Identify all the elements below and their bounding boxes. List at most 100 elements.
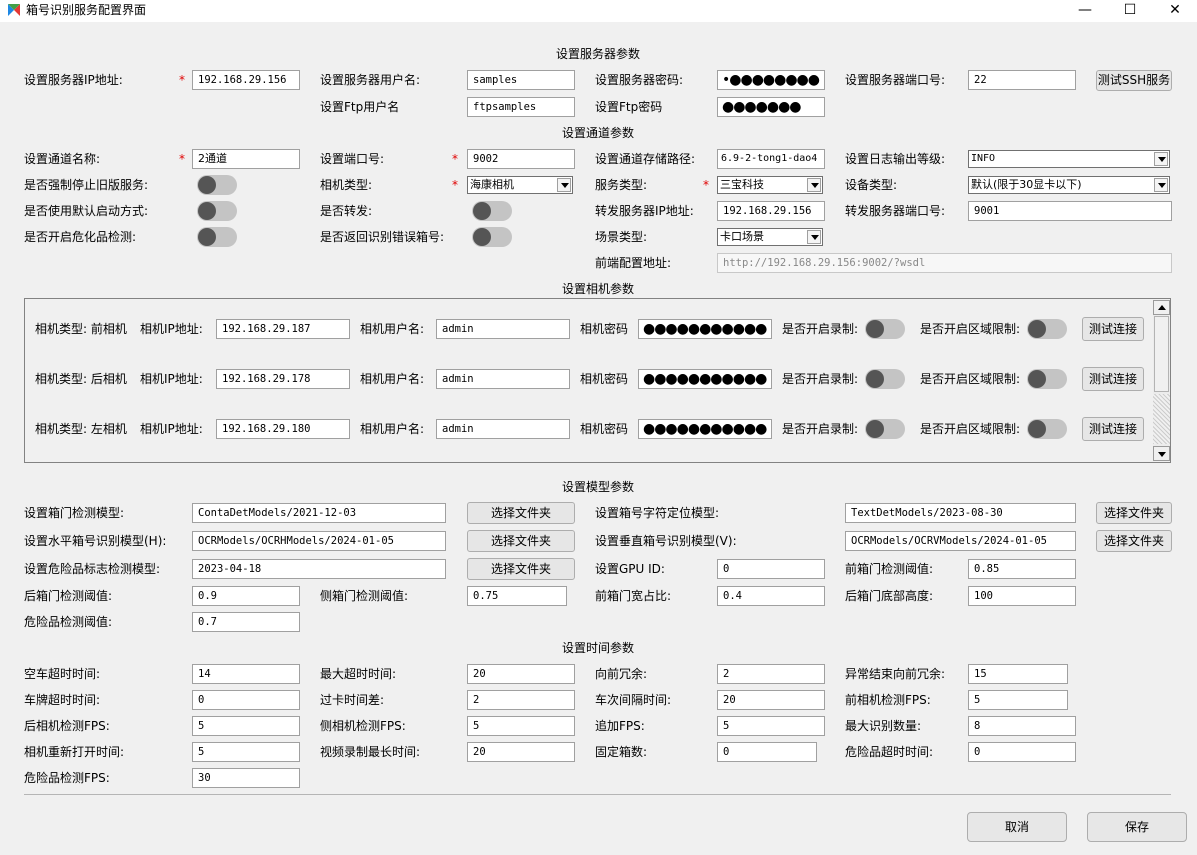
hazard-timeout-input[interactable]: 0: [968, 742, 1076, 762]
maximize-button[interactable]: ☐: [1107, 0, 1153, 22]
max-recognize-count-input[interactable]: 8: [968, 716, 1076, 736]
service-type-select[interactable]: 三宝科技: [717, 176, 823, 194]
test-connection-button[interactable]: 测试连接: [1082, 317, 1144, 341]
max-timeout-label: 最大超时时间:: [320, 667, 397, 681]
chevron-down-icon[interactable]: [557, 178, 571, 192]
device-type-select[interactable]: 默认(限于30显卡以下): [968, 176, 1170, 194]
chevron-down-icon[interactable]: [807, 230, 821, 244]
server-password-input[interactable]: •●●●●●●●●: [717, 70, 825, 90]
forward-ip-input[interactable]: 192.168.29.156: [717, 201, 825, 221]
vertical-model-input[interactable]: OCRModels/OCRVModels/2024-01-05: [845, 531, 1076, 551]
horizontal-model-input[interactable]: OCRModels/OCRHModels/2024-01-05: [192, 531, 446, 551]
pass-time-diff-label: 过卡时间差:: [320, 693, 385, 707]
hazard-threshold-input[interactable]: 0.7: [192, 612, 300, 632]
forward-port-input[interactable]: 9001: [968, 201, 1172, 221]
select-folder-button[interactable]: 选择文件夹: [467, 530, 575, 552]
scroll-thumb[interactable]: [1154, 316, 1169, 392]
abnormal-redundancy-label: 异常结束向前冗余:: [845, 667, 946, 681]
test-connection-button[interactable]: 测试连接: [1082, 417, 1144, 441]
scroll-up-icon[interactable]: [1153, 300, 1170, 315]
pass-time-diff-input[interactable]: 2: [467, 690, 575, 710]
record-label: 是否开启录制:: [782, 422, 859, 436]
side-camera-fps-input[interactable]: 5: [467, 716, 575, 736]
char-model-label: 设置箱号字符定位模型:: [595, 506, 720, 520]
max-timeout-input[interactable]: 20: [467, 664, 575, 684]
hazard-model-input[interactable]: 2023-04-18: [192, 559, 446, 579]
select-folder-button[interactable]: 选择文件夹: [1096, 530, 1172, 552]
front-camera-fps-input[interactable]: 5: [968, 690, 1068, 710]
extra-fps-input[interactable]: 5: [717, 716, 825, 736]
test-connection-button[interactable]: 测试连接: [1082, 367, 1144, 391]
channel-storage-input[interactable]: 6.9-2-tong1-dao4: [717, 149, 825, 169]
forward-toggle[interactable]: [472, 201, 512, 221]
scroll-down-icon[interactable]: [1153, 446, 1170, 461]
camera-reopen-input[interactable]: 5: [192, 742, 300, 762]
scene-type-select[interactable]: 卡口场景: [717, 228, 823, 246]
chevron-down-icon[interactable]: [807, 178, 821, 192]
close-button[interactable]: ✕: [1152, 0, 1197, 22]
record-toggle[interactable]: [865, 319, 905, 339]
side-door-threshold-input[interactable]: 0.75: [467, 586, 567, 606]
camera-section-header: 设置相机参数: [561, 282, 635, 296]
camera-user-input[interactable]: admin: [436, 419, 570, 439]
camera-type-select[interactable]: 海康相机: [467, 176, 573, 194]
minimize-button[interactable]: —: [1062, 0, 1108, 22]
chevron-down-icon[interactable]: [1154, 178, 1168, 192]
vehicle-interval-input[interactable]: 20: [717, 690, 825, 710]
select-folder-button[interactable]: 选择文件夹: [467, 558, 575, 580]
gpu-id-input[interactable]: 0: [717, 559, 825, 579]
front-door-threshold-input[interactable]: 0.85: [968, 559, 1076, 579]
camera-password-input[interactable]: ●●●●●●●●●●●: [638, 369, 772, 389]
channel-name-input[interactable]: 2通道: [192, 149, 300, 169]
record-max-time-input[interactable]: 20: [467, 742, 575, 762]
camera-password-input[interactable]: ●●●●●●●●●●●: [638, 319, 772, 339]
camera-password-input[interactable]: ●●●●●●●●●●●: [638, 419, 772, 439]
stop-old-service-toggle[interactable]: [197, 175, 237, 195]
channel-storage-label: 设置通道存储路径:: [595, 152, 696, 166]
abnormal-redundancy-input[interactable]: 15: [968, 664, 1068, 684]
camera-ip-input[interactable]: 192.168.29.180: [216, 419, 350, 439]
test-ssh-button[interactable]: 测试SSH服务: [1096, 70, 1172, 91]
footer-divider: [24, 794, 1171, 795]
cancel-button[interactable]: 取消: [967, 812, 1067, 842]
save-button[interactable]: 保存: [1087, 812, 1187, 842]
camera-user-input[interactable]: admin: [436, 319, 570, 339]
camera-user-label: 相机用户名:: [360, 372, 425, 386]
return-error-toggle[interactable]: [472, 227, 512, 247]
hazard-fps-input[interactable]: 30: [192, 768, 300, 788]
empty-timeout-input[interactable]: 14: [192, 664, 300, 684]
ftp-password-input[interactable]: ●●●●●●●: [717, 97, 825, 117]
server-port-input[interactable]: 22: [968, 70, 1076, 90]
char-model-input[interactable]: TextDetModels/2023-08-30: [845, 503, 1076, 523]
camera-ip-input[interactable]: 192.168.29.187: [216, 319, 350, 339]
chevron-down-icon[interactable]: [1154, 152, 1168, 166]
channel-port-input[interactable]: 9002: [467, 149, 575, 169]
region-limit-toggle[interactable]: [1027, 319, 1067, 339]
region-limit-toggle[interactable]: [1027, 419, 1067, 439]
camera-user-input[interactable]: admin: [436, 369, 570, 389]
back-door-bottom-input[interactable]: 100: [968, 586, 1076, 606]
record-toggle[interactable]: [865, 419, 905, 439]
camera-list-scrollbar[interactable]: [1153, 300, 1170, 461]
select-folder-button[interactable]: 选择文件夹: [1096, 502, 1172, 524]
back-door-threshold-input[interactable]: 0.9: [192, 586, 300, 606]
select-folder-button[interactable]: 选择文件夹: [467, 502, 575, 524]
ftp-user-input[interactable]: ftpsamples: [467, 97, 575, 117]
fixed-box-count-input[interactable]: 0: [717, 742, 817, 762]
back-camera-fps-input[interactable]: 5: [192, 716, 300, 736]
forward-redundancy-input[interactable]: 2: [717, 664, 825, 684]
hazard-detect-toggle[interactable]: [197, 227, 237, 247]
default-start-toggle[interactable]: [197, 201, 237, 221]
region-limit-toggle[interactable]: [1027, 369, 1067, 389]
door-model-input[interactable]: ContaDetModels/2021-12-03: [192, 503, 446, 523]
plate-timeout-input[interactable]: 0: [192, 690, 300, 710]
camera-password-label: 相机密码: [580, 372, 629, 386]
frontend-url-input[interactable]: http://192.168.29.156:9002/?wsdl: [717, 253, 1172, 273]
server-ip-input[interactable]: 192.168.29.156: [192, 70, 300, 90]
scroll-track[interactable]: [1153, 394, 1170, 444]
server-user-input[interactable]: samples: [467, 70, 575, 90]
camera-ip-input[interactable]: 192.168.29.178: [216, 369, 350, 389]
record-toggle[interactable]: [865, 369, 905, 389]
log-level-select[interactable]: INFO: [968, 150, 1170, 168]
front-door-width-input[interactable]: 0.4: [717, 586, 825, 606]
